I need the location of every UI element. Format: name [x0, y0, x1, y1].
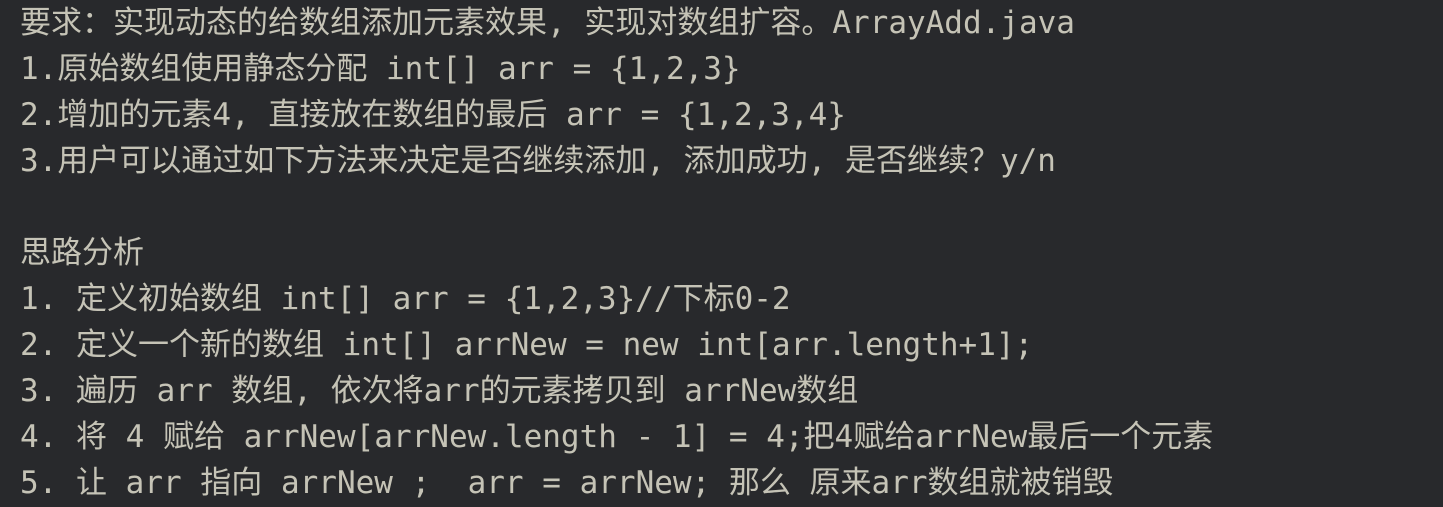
editor-line-10: 4. 将 4 赋给 arrNew[arrNew.length - 1] = 4;…	[20, 419, 1214, 455]
text-editor[interactable]: 要求：实现动态的给数组添加元素效果, 实现对数组扩容。ArrayAdd.java…	[0, 0, 1443, 507]
editor-line-11: 5. 让 arr 指向 arrNew ; arr = arrNew; 那么 原来…	[20, 465, 1114, 501]
editor-line-9: 3. 遍历 arr 数组, 依次将arr的元素拷贝到 arrNew数组	[20, 373, 859, 409]
editor-line-6: 思路分析	[20, 235, 144, 271]
editor-line-2: 1.原始数组使用静态分配 int[] arr = {1,2,3}	[20, 51, 741, 87]
editor-line-1: 要求：实现动态的给数组添加元素效果, 实现对数组扩容。ArrayAdd.java	[20, 5, 1075, 41]
editor-line-8: 2. 定义一个新的数组 int[] arrNew = new int[arr.l…	[20, 327, 1034, 363]
editor-line-3: 2.增加的元素4, 直接放在数组的最后 arr = {1,2,3,4}	[20, 97, 846, 133]
editor-line-7: 1. 定义初始数组 int[] arr = {1,2,3}//下标0-2	[20, 281, 791, 317]
editor-line-4: 3.用户可以通过如下方法来决定是否继续添加, 添加成功, 是否继续？y/n	[20, 143, 1056, 179]
